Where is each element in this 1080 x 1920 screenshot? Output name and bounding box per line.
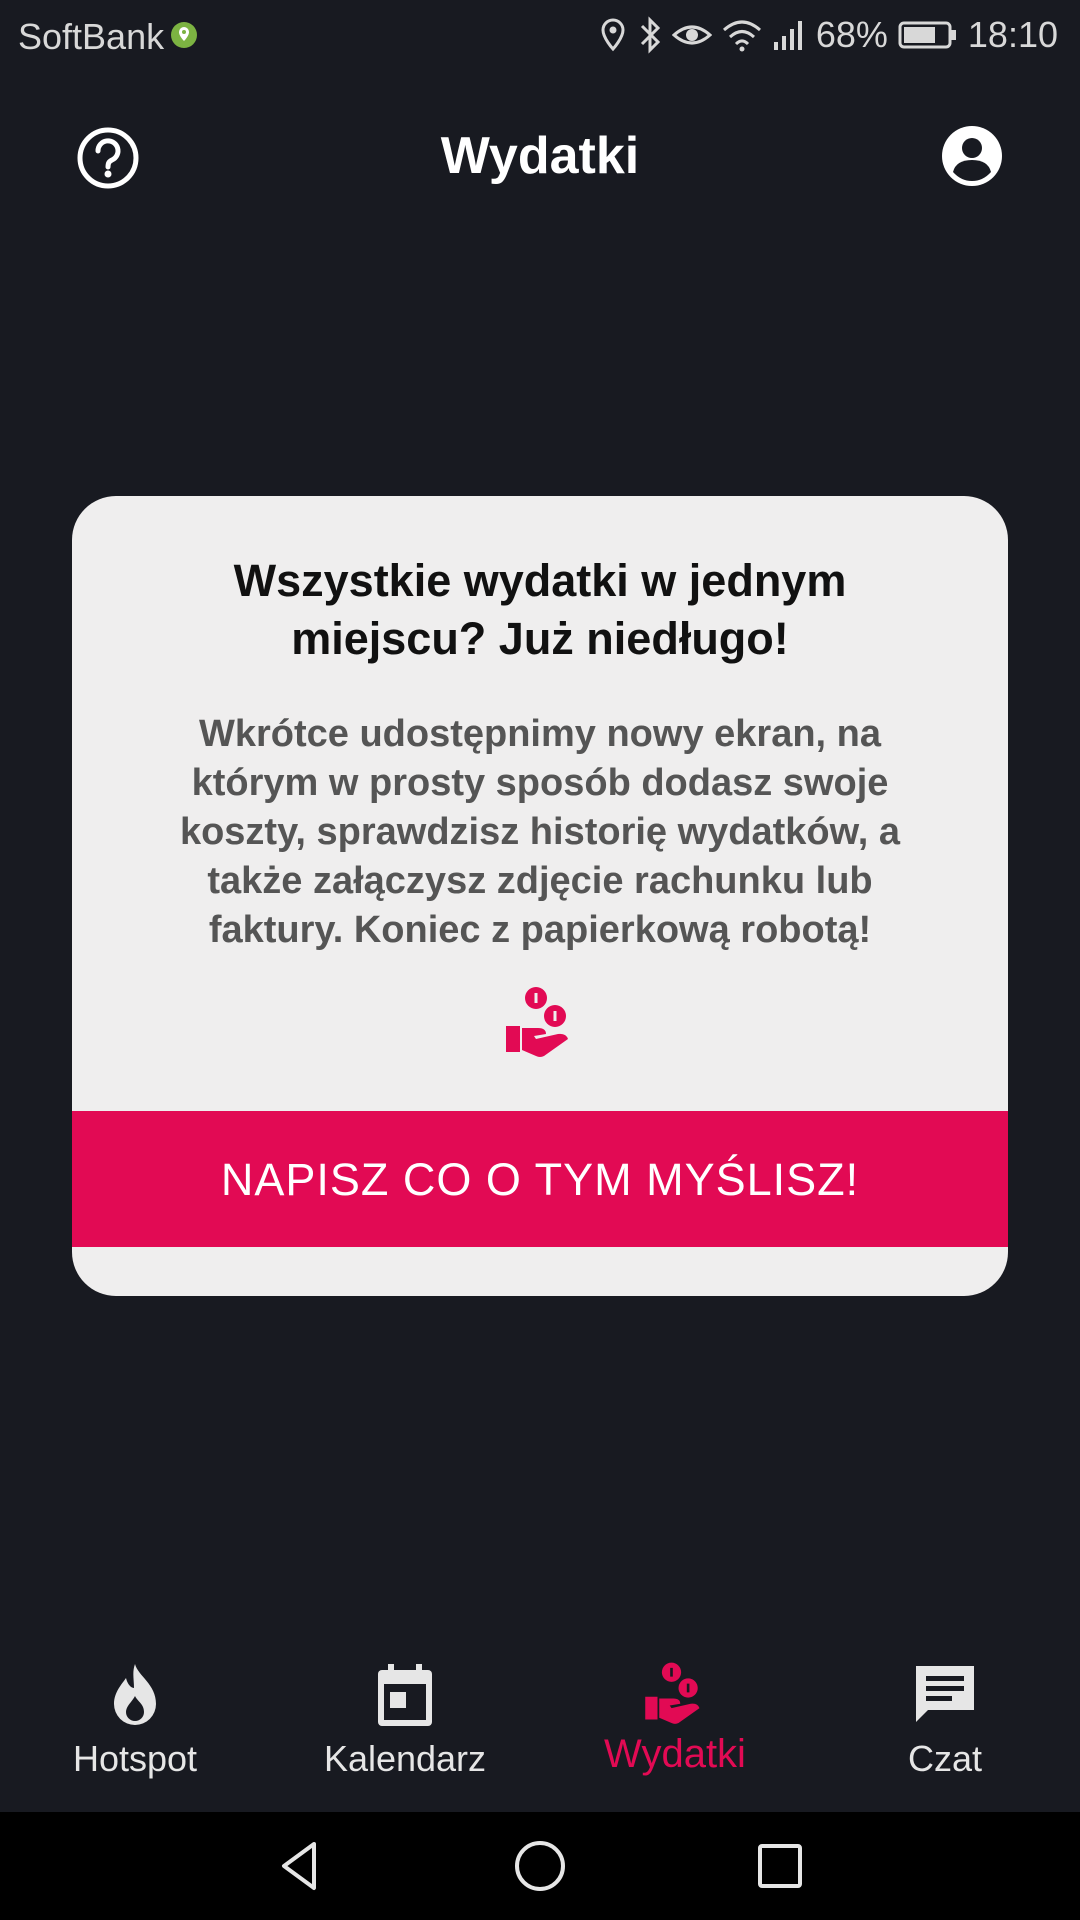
nav-item-hotspot[interactable]: Hotspot bbox=[0, 1660, 270, 1810]
bottom-nav: Hotspot Kalendarz Wydatki Czat bbox=[0, 1640, 1080, 1810]
home-icon[interactable] bbox=[510, 1836, 570, 1896]
account-circle-icon[interactable] bbox=[940, 124, 1004, 188]
nav-item-czat[interactable]: Czat bbox=[810, 1660, 1080, 1810]
hand-coins-icon bbox=[645, 1662, 700, 1724]
page-title: Wydatki bbox=[440, 127, 640, 185]
clock: 18:10 bbox=[967, 14, 1058, 55]
eye-icon bbox=[671, 25, 712, 45]
back-icon[interactable] bbox=[270, 1836, 330, 1896]
card-title: Wszystkie wydatki w jednym miejscu? Już … bbox=[233, 555, 847, 664]
nav-item-kalendarz[interactable]: Kalendarz bbox=[270, 1660, 540, 1810]
status-icons: 68% 18:10 bbox=[598, 14, 1058, 56]
hand-coins-icon bbox=[506, 987, 568, 1057]
battery-icon bbox=[898, 21, 956, 49]
flame-icon bbox=[114, 1664, 156, 1725]
nav-item-wydatki[interactable]: Wydatki bbox=[540, 1660, 810, 1810]
system-nav-bar bbox=[0, 1812, 1080, 1920]
nav-label-hotspot: Hotspot bbox=[72, 1738, 198, 1779]
feedback-button[interactable]: NAPISZ CO O TYM MYŚLISZ! bbox=[72, 1111, 1008, 1247]
recents-icon[interactable] bbox=[750, 1836, 810, 1896]
carrier-info: SoftBank bbox=[18, 16, 198, 58]
nav-label-czat: Czat bbox=[907, 1738, 983, 1779]
wifi-icon bbox=[722, 20, 761, 52]
location-icon bbox=[601, 18, 625, 52]
card-description: Wkrótce udostępnimy nowy ekran, na który… bbox=[179, 713, 901, 951]
nav-label-wydatki: Wydatki bbox=[604, 1732, 746, 1776]
screen: SoftBank 68% 18:10 Wydatki Wszystkie wyd… bbox=[0, 0, 1080, 1920]
coming-soon-card: Wszystkie wydatki w jednym miejscu? Już … bbox=[72, 496, 1008, 1296]
bluetooth-icon bbox=[640, 16, 660, 54]
app-header: Wydatki bbox=[0, 96, 1080, 216]
nav-label-kalendarz: Kalendarz bbox=[323, 1738, 487, 1779]
chat-icon bbox=[916, 1666, 974, 1722]
battery-percent: 68% bbox=[815, 14, 888, 55]
status-bar: SoftBank 68% 18:10 bbox=[0, 0, 1080, 74]
calendar-icon bbox=[378, 1664, 432, 1726]
signal-icon bbox=[773, 21, 802, 50]
location-pin-icon bbox=[171, 22, 198, 48]
carrier-name: SoftBank bbox=[18, 16, 165, 57]
